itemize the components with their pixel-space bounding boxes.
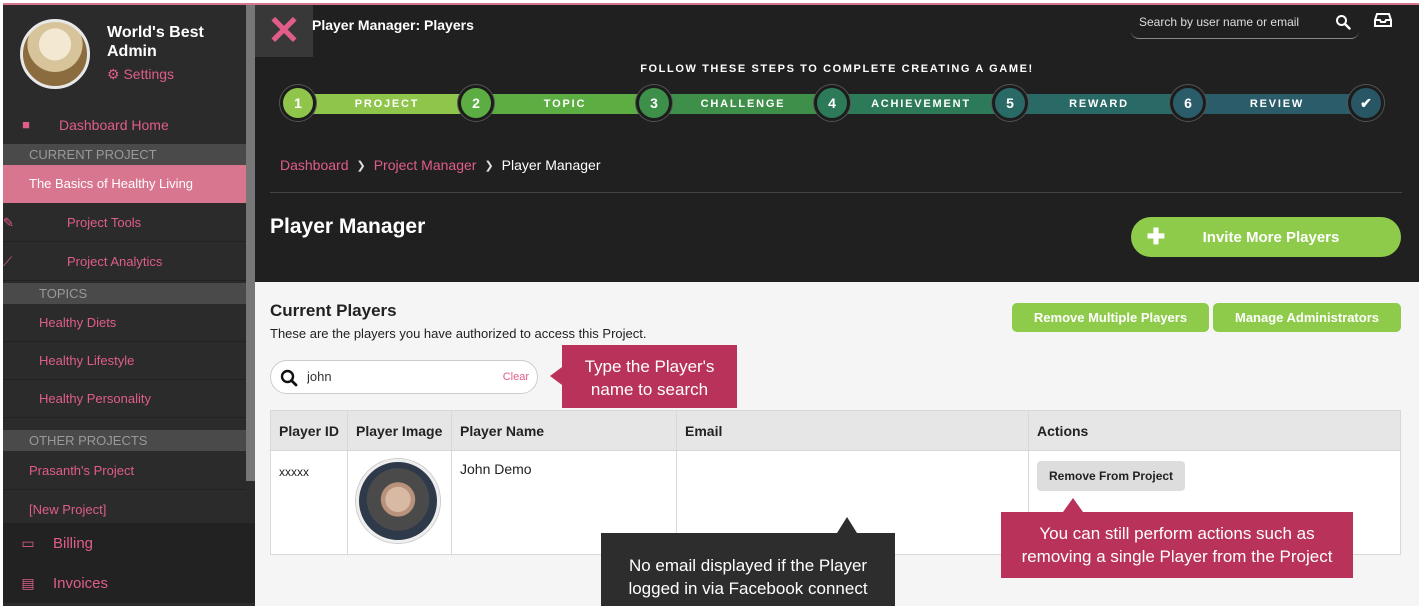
progress-stepper: PROJECT TOPIC CHALLENGE ACHIEVEMENT REWARD RE… (280, 85, 1392, 123)
step-6-circle[interactable]: 6 (1170, 85, 1206, 121)
topbar-title: Player Manager: Players (312, 17, 474, 33)
plus-icon: ✚ (1146, 224, 1166, 249)
step-4-bar[interactable]: ACHIEVEMENT (832, 94, 1010, 114)
sidebar-item-dashboard-home[interactable]: ■ Dashboard Home (3, 105, 246, 144)
remove-from-project-button[interactable]: Remove From Project (1037, 461, 1186, 491)
player-search-input[interactable] (307, 369, 487, 384)
step-2-circle[interactable]: 2 (458, 85, 494, 121)
gear-icon: ⚙ (107, 66, 120, 82)
column-header-actions: Actions (1028, 410, 1401, 451)
settings-label: Settings (123, 66, 175, 82)
page-title: Player Manager (270, 215, 426, 238)
sidebar-item-label: Billing (53, 534, 94, 552)
sidebar-item-label: Dashboard Home (59, 116, 169, 133)
avatar[interactable] (20, 19, 90, 89)
global-search-input[interactable] (1139, 15, 1329, 29)
close-button[interactable]: ✕ (255, 5, 313, 57)
callout-pointer (1063, 498, 1083, 512)
sidebar-item-project-analytics[interactable]: ⟋ Project Analytics (3, 243, 246, 281)
callout-actions-tip: You can still perform actions such as re… (1001, 498, 1353, 578)
briefcase-icon: ■ (22, 117, 30, 132)
sidebar-item-current-project[interactable]: The Basics of Healthy Living (3, 165, 246, 203)
step-6-bar[interactable]: REVIEW (1188, 94, 1366, 114)
close-icon: ✕ (267, 9, 301, 53)
callout-pointer (550, 367, 562, 385)
breadcrumb-dashboard[interactable]: Dashboard (280, 157, 349, 173)
profile-name: World's Best Admin (107, 24, 204, 60)
column-header-email: Email (676, 410, 1029, 451)
chart-icon: ⟋ (3, 253, 13, 269)
breadcrumb-project-manager[interactable]: Project Manager (374, 157, 477, 173)
sidebar-scrollbar[interactable] (246, 5, 255, 481)
callout-email-tip: No email displayed if the Player logged … (601, 517, 895, 606)
sidebar-item-project-tools[interactable]: ✎ Project Tools (3, 204, 246, 242)
breadcrumb-current: Player Manager (501, 157, 601, 173)
checkmark-icon[interactable]: ✔ (1348, 85, 1384, 121)
callout-search-tip: Type the Player's name to search (550, 345, 737, 408)
step-5-circle[interactable]: 5 (992, 85, 1028, 121)
callout-text: No email displayed if the Player logged … (628, 556, 868, 598)
column-header-player-name: Player Name (451, 410, 677, 451)
section-topics: TOPICS (3, 283, 246, 304)
sidebar-item-label: Invoices (53, 574, 109, 592)
step-4-circle[interactable]: 4 (814, 85, 850, 121)
step-3-bar[interactable]: CHALLENGE (654, 94, 832, 114)
clear-search-link[interactable]: Clear (503, 371, 529, 383)
global-search (1131, 9, 1359, 39)
search-icon[interactable] (1335, 14, 1351, 30)
divider (270, 192, 1402, 193)
player-avatar (356, 459, 440, 543)
player-search: Clear (270, 360, 538, 394)
current-players-subtitle: These are the players you have authorize… (270, 326, 647, 341)
sidebar-item-topic[interactable]: Healthy Lifestyle (3, 342, 246, 380)
sidebar-item-label: Project Analytics (67, 254, 163, 269)
wrench-icon: ✎ (3, 214, 14, 230)
breadcrumb: Dashboard ❯ Project Manager ❯ Player Man… (280, 157, 600, 173)
column-header-player-id: Player ID (270, 410, 348, 451)
step-5-bar[interactable]: REWARD (1010, 94, 1188, 114)
step-1-bar[interactable]: PROJECT (298, 94, 476, 114)
inbox-icon[interactable] (1374, 13, 1392, 27)
chevron-right-icon: ❯ (484, 159, 494, 172)
invite-players-label: Invite More Players (1202, 228, 1340, 246)
credit-card-icon: ▭ (21, 534, 35, 551)
settings-link[interactable]: ⚙ Settings (107, 66, 174, 83)
remove-multiple-button[interactable]: Remove Multiple Players (1012, 303, 1209, 332)
sidebar-item-invoices[interactable]: ▤ Invoices (3, 563, 255, 603)
callout-pointer (837, 517, 857, 533)
player-image-cell (347, 450, 452, 555)
document-icon: ▤ (21, 574, 35, 591)
step-1-circle[interactable]: 1 (280, 85, 316, 121)
sidebar-item-topic[interactable]: Healthy Diets (3, 304, 246, 342)
chevron-right-icon: ❯ (356, 159, 366, 172)
search-icon (280, 369, 298, 387)
invite-players-button[interactable]: ✚ Invite More Players (1131, 217, 1401, 257)
callout-text: You can still perform actions such as re… (1021, 524, 1333, 566)
profile-block: World's Best Admin ⚙ Settings (3, 5, 246, 105)
current-players-title: Current Players (270, 301, 397, 320)
step-3-circle[interactable]: 3 (636, 85, 672, 121)
step-2-bar[interactable]: TOPIC (476, 94, 654, 114)
callout-text: Type the Player's name to search (584, 357, 715, 399)
manage-administrators-button[interactable]: Manage Administrators (1213, 303, 1401, 332)
sidebar: World's Best Admin ⚙ Settings ■ Dashboar… (3, 5, 255, 606)
sidebar-item-topic[interactable]: Healthy Personality (3, 380, 246, 418)
section-current-project: CURRENT PROJECT (3, 144, 246, 165)
steps-title: FOLLOW THESE STEPS TO COMPLETE CREATING … (640, 63, 1034, 75)
section-other-projects: OTHER PROJECTS (3, 430, 246, 451)
app-window: World's Best Admin ⚙ Settings ■ Dashboar… (3, 3, 1419, 606)
player-id-cell: xxxxx (270, 450, 348, 555)
sidebar-item-billing[interactable]: ▭ Billing (3, 523, 255, 563)
column-header-player-image: Player Image (347, 410, 452, 451)
sidebar-item-other-project[interactable]: Prasanth's Project (3, 452, 246, 490)
sidebar-item-label: Project Tools (67, 215, 142, 230)
